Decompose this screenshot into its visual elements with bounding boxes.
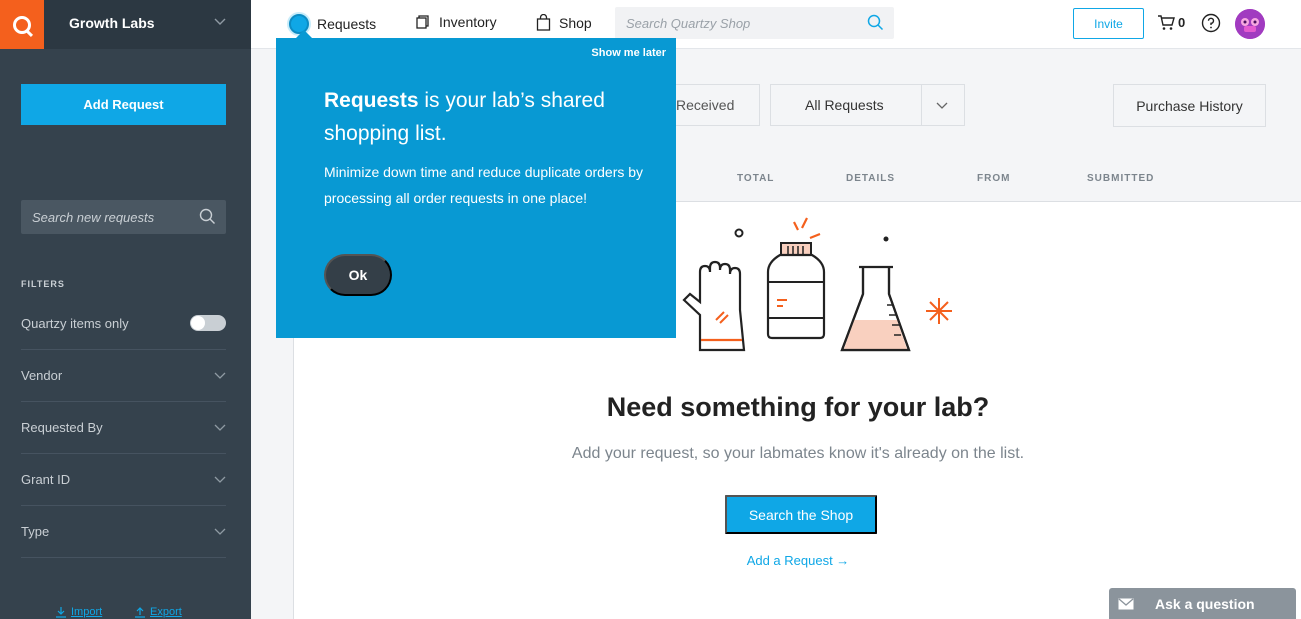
nav-inventory-label: Inventory xyxy=(439,14,497,30)
filter-grant-id[interactable]: Grant ID xyxy=(21,454,226,506)
add-a-request-link[interactable]: Add a Request → xyxy=(294,553,1301,568)
column-header-details[interactable]: DETAILS xyxy=(846,173,895,184)
export-link[interactable]: Export xyxy=(134,606,182,618)
search-icon[interactable] xyxy=(867,14,884,31)
dropdown-divider xyxy=(921,85,922,125)
ask-a-question-label: Ask a question xyxy=(1155,595,1255,612)
shopping-bag-icon xyxy=(536,14,551,31)
avatar[interactable] xyxy=(1235,9,1265,39)
purchase-history-button[interactable]: Purchase History xyxy=(1113,84,1266,127)
search-the-shop-button[interactable]: Search the Shop xyxy=(725,495,877,534)
nav-requests-label: Requests xyxy=(317,16,377,32)
requests-filter-value: All Requests xyxy=(805,97,884,113)
nav-shop-label: Shop xyxy=(559,14,592,31)
download-icon xyxy=(56,607,66,618)
upload-icon xyxy=(135,607,145,618)
search-requests-input[interactable]: Search new requests xyxy=(21,200,226,234)
quartzy-only-toggle[interactable] xyxy=(190,315,226,331)
filter-requested-by[interactable]: Requested By xyxy=(21,402,226,454)
filter-quartzy-only-label: Quartzy items only xyxy=(21,316,129,331)
chevron-down-icon xyxy=(214,18,226,25)
user-avatar-icon xyxy=(1235,9,1265,39)
filters-heading: FILTERS xyxy=(21,279,65,289)
cart-icon xyxy=(1158,15,1175,30)
import-label: Import xyxy=(71,606,103,618)
invite-button[interactable]: Invite xyxy=(1073,8,1144,39)
search-requests-placeholder: Search new requests xyxy=(32,210,155,225)
nav-inventory[interactable]: Inventory xyxy=(415,14,497,30)
sidebar: Growth Labs Add Request Search new reque… xyxy=(0,0,251,619)
requests-filter-dropdown[interactable]: All Requests xyxy=(770,84,965,126)
lab-switcher[interactable]: Growth Labs xyxy=(0,0,251,49)
shop-search-placeholder: Search Quartzy Shop xyxy=(626,16,751,31)
lab-name: Growth Labs xyxy=(69,15,155,31)
column-header-total[interactable]: TOTAL xyxy=(737,173,774,184)
filter-type[interactable]: Type xyxy=(21,506,226,558)
popover-body: Minimize down time and reduce duplicate … xyxy=(324,164,644,206)
quartzy-logo-icon[interactable] xyxy=(0,0,44,49)
chevron-down-icon xyxy=(214,528,226,535)
lab-supplies-illustration xyxy=(682,217,952,352)
empty-state-title: Need something for your lab? xyxy=(606,392,990,422)
onboarding-popover: Show me later Requests is your lab’s sha… xyxy=(276,30,676,338)
popover-headline: Requests is your lab’s shared shopping l… xyxy=(324,84,644,150)
popover-headline-bold: Requests xyxy=(324,89,419,112)
export-label: Export xyxy=(150,606,182,618)
column-header-submitted[interactable]: SUBMITTED xyxy=(1087,173,1154,184)
column-header-from[interactable]: FROM xyxy=(977,173,1010,184)
filter-requested-by-label: Requested By xyxy=(21,420,103,435)
inventory-icon xyxy=(416,15,429,29)
chevron-down-icon xyxy=(214,424,226,431)
filter-grant-id-label: Grant ID xyxy=(21,472,71,487)
filter-vendor[interactable]: Vendor xyxy=(21,350,226,402)
cart-button[interactable]: 0 xyxy=(1157,14,1185,31)
ask-a-question-widget[interactable]: Ask a question xyxy=(1109,588,1296,619)
envelope-icon xyxy=(1109,588,1143,619)
show-me-later-link[interactable]: Show me later xyxy=(591,47,666,59)
chevron-down-icon xyxy=(936,102,948,109)
nav-shop[interactable]: Shop xyxy=(536,14,592,31)
import-link[interactable]: Import xyxy=(55,606,102,618)
shop-search-input[interactable]: Search Quartzy Shop xyxy=(615,7,894,39)
filter-quartzy-only[interactable]: Quartzy items only xyxy=(21,298,226,350)
filter-vendor-label: Vendor xyxy=(21,368,63,383)
chevron-down-icon xyxy=(214,476,226,483)
filter-type-label: Type xyxy=(21,524,50,539)
popover-caret xyxy=(296,30,312,38)
popover-ok-button[interactable]: Ok xyxy=(324,254,392,296)
chevron-down-icon xyxy=(214,372,226,379)
cart-count: 0 xyxy=(1178,15,1186,30)
add-request-button[interactable]: Add Request xyxy=(21,84,226,125)
search-icon[interactable] xyxy=(199,208,216,225)
help-icon[interactable] xyxy=(1201,13,1221,33)
empty-state-subtitle: Add your request, so your labmates know … xyxy=(571,445,1025,462)
